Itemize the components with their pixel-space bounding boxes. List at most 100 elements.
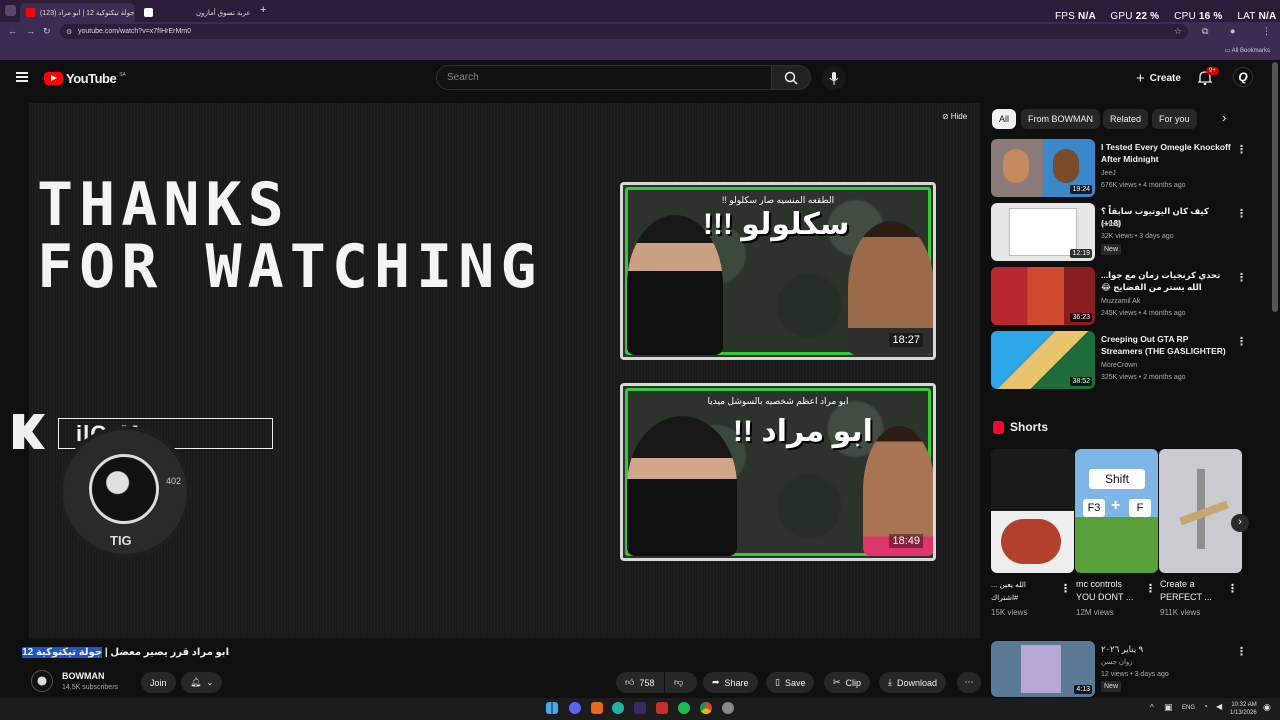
discord-icon[interactable] (569, 702, 581, 714)
volume-icon[interactable]: ◀ (1216, 702, 1222, 711)
chips-next-icon[interactable]: › (1222, 110, 1226, 125)
tab-blank[interactable] (138, 3, 158, 22)
folder-icon: ▭ (1224, 48, 1231, 54)
account-avatar[interactable]: Q (1233, 67, 1253, 87)
video-title: I Tested Every Omegle Knockoff After Mid… (1101, 142, 1231, 164)
chip-for-you[interactable]: For you (1152, 109, 1197, 129)
browser-menu-dots-icon[interactable]: ⋮ (1262, 26, 1271, 37)
short-thumbnail-3[interactable] (1159, 449, 1242, 573)
join-button[interactable]: Join (141, 672, 176, 693)
more-vert-icon[interactable]: ⋮ (1145, 582, 1156, 595)
more-vert-icon[interactable]: ⋮ (1060, 582, 1071, 595)
fps-value: N/A (1078, 11, 1096, 22)
logo-text: TIG (110, 533, 132, 548)
like-button[interactable]: 👍︎ 758 (616, 672, 664, 693)
edge-icon[interactable] (612, 702, 624, 714)
lat-label: LAT (1237, 11, 1256, 22)
channel-avatar[interactable] (31, 670, 53, 692)
short-thumbnail-2[interactable]: Shift F3 + F (1075, 449, 1158, 573)
back-icon[interactable]: ← (8, 26, 17, 36)
shift-key: Shift (1089, 469, 1145, 489)
app-icon-orange[interactable] (591, 702, 603, 714)
address-bar[interactable]: ⚙ youtube.com/watch?v=x7fIHrErMm0 ☆ (60, 24, 1188, 39)
reload-icon[interactable]: ↻ (43, 26, 51, 37)
hide-endscreen-button[interactable]: ⊘ Hide (942, 112, 967, 121)
recommendation-item[interactable]: 12:19 كيف كان اليوتيوب سابقاً ؟ (18+) xM… (990, 203, 1250, 265)
more-vert-icon[interactable]: ⋮ (1236, 645, 1247, 658)
youtube-logo[interactable]: YouTube SA (44, 71, 126, 86)
upload-age: 4 months ago (1143, 182, 1186, 189)
endcard-video-1[interactable]: الطقعه المنسيه صار سكلولو !! سكلولو !!! … (620, 182, 936, 360)
site-info-icon[interactable]: ⚙ (66, 28, 72, 36)
settings-icon[interactable] (722, 702, 734, 714)
save-button[interactable]: ▯ Save (766, 672, 815, 693)
wifi-icon[interactable]: ◔ (1203, 702, 1208, 711)
bookmark-star-icon[interactable]: ☆ (1174, 26, 1182, 37)
channel-end-logo[interactable]: 402 TIG (63, 430, 187, 554)
bookmarks-bar: ▭ All Bookmarks (0, 42, 1280, 60)
more-vert-icon[interactable]: ⋮ (1236, 271, 1247, 284)
short-title[interactable]: mc controls YOU DONT ... (1076, 578, 1136, 604)
more-vert-icon[interactable]: ⋮ (1236, 335, 1247, 348)
chrome-icon[interactable] (700, 702, 712, 714)
microphone-icon (829, 71, 839, 85)
recommendation-item[interactable]: 19:24 I Tested Every Omegle Knockoff Aft… (990, 139, 1250, 201)
language-indicator[interactable]: ENG (1182, 705, 1195, 711)
recommendation-item[interactable]: 36:23 تحدي كرنجيات زمان مع جوا... الله ي… (990, 267, 1250, 329)
short-thumbnail-1[interactable] (991, 449, 1074, 573)
browser-menu-icon[interactable] (5, 5, 16, 16)
tab-title: عربة تسوق أمازون (196, 9, 251, 17)
tab-amazon-cart[interactable]: عربة تسوق أمازون × (160, 3, 255, 22)
share-button[interactable]: ➦ Share (703, 672, 758, 693)
recommendation-item[interactable]: 4:13 ٩ يناير ٢٠٢٦ زوان جسن 12 views • 3 … (990, 641, 1250, 697)
extensions-icon[interactable]: ⧉ (1202, 26, 1208, 37)
app-icon-purple[interactable] (634, 702, 646, 714)
create-button[interactable]: + Create (1130, 68, 1187, 88)
subscribed-bell-button[interactable]: 🔔︎ ⌄ (181, 672, 223, 693)
new-tab-button[interactable]: + (260, 4, 266, 16)
hide-label: Hide (950, 112, 968, 121)
short-title[interactable]: الله يعين ... #اشتراك (991, 578, 1051, 604)
shorts-next-button[interactable]: › (1231, 514, 1249, 532)
notification-center-icon[interactable]: ◉ (1263, 702, 1271, 713)
endcard-duration: 18:49 (889, 534, 923, 548)
chip-related[interactable]: Related (1103, 109, 1149, 129)
page-scrollbar[interactable] (1272, 62, 1278, 312)
tab-youtube-video[interactable]: (123) جولة تيكتوكية 12 | ابو مراد... × (20, 3, 135, 22)
eagle-icon (89, 454, 159, 524)
chip-all[interactable]: All (992, 109, 1017, 129)
profile-icon[interactable]: ● (1230, 26, 1235, 36)
chevron-down-icon: ⌄ (206, 678, 214, 687)
camera-tray-icon[interactable]: ▣ (1164, 702, 1173, 713)
recommendation-item[interactable]: 38:52 Creeping Out GTA RP Streamers (THE… (990, 331, 1250, 393)
voice-search-button[interactable] (822, 66, 846, 90)
endcard-video-2[interactable]: ابو مراد اعظم شخصيه بالسوشل ميديا ابو مر… (620, 383, 936, 561)
short-title[interactable]: Create a PERFECT ... (1160, 578, 1220, 604)
notifications-button[interactable]: 9+ (1197, 67, 1219, 90)
spotify-icon[interactable] (678, 702, 690, 714)
hamburger-menu-icon[interactable] (16, 72, 28, 82)
video-meta: 325K views • 2 months ago (1101, 374, 1186, 381)
performance-overlay: FPS N/A GPU 22 % CPU 16 % LAT N/A (1055, 11, 1276, 22)
tray-chevron-icon[interactable]: ^ (1150, 703, 1154, 712)
chip-from-bowman[interactable]: From BOWMAN (1021, 109, 1100, 129)
more-actions-button[interactable]: ⋯ (957, 672, 981, 693)
windows-start-icon[interactable] (546, 702, 558, 714)
more-vert-icon[interactable]: ⋮ (1236, 207, 1247, 220)
all-bookmarks-link[interactable]: ▭ All Bookmarks (1225, 47, 1270, 54)
search-button[interactable] (772, 65, 811, 90)
download-button[interactable]: ⤓ Download (879, 672, 947, 693)
more-vert-icon[interactable]: ⋮ (1236, 143, 1247, 156)
channel-name[interactable]: BOWMAN (62, 671, 105, 681)
dislike-button[interactable]: 👎︎ (665, 672, 697, 693)
video-thumbnail: 36:23 (991, 267, 1095, 325)
endcard-caption: ابو مراد اعظم شخصيه بالسوشل ميديا (707, 396, 849, 406)
search-input[interactable]: Search (436, 65, 772, 90)
shorts-icon (993, 420, 1004, 434)
taskbar-clock[interactable]: 10:32 AM 1/13/2026 (1230, 701, 1257, 717)
app-icon-red[interactable] (656, 702, 668, 714)
plus-icon: + (1136, 69, 1145, 87)
forward-icon[interactable]: → (26, 26, 35, 36)
more-vert-icon[interactable]: ⋮ (1227, 582, 1238, 595)
clip-button[interactable]: ✂ Clip (824, 672, 871, 693)
